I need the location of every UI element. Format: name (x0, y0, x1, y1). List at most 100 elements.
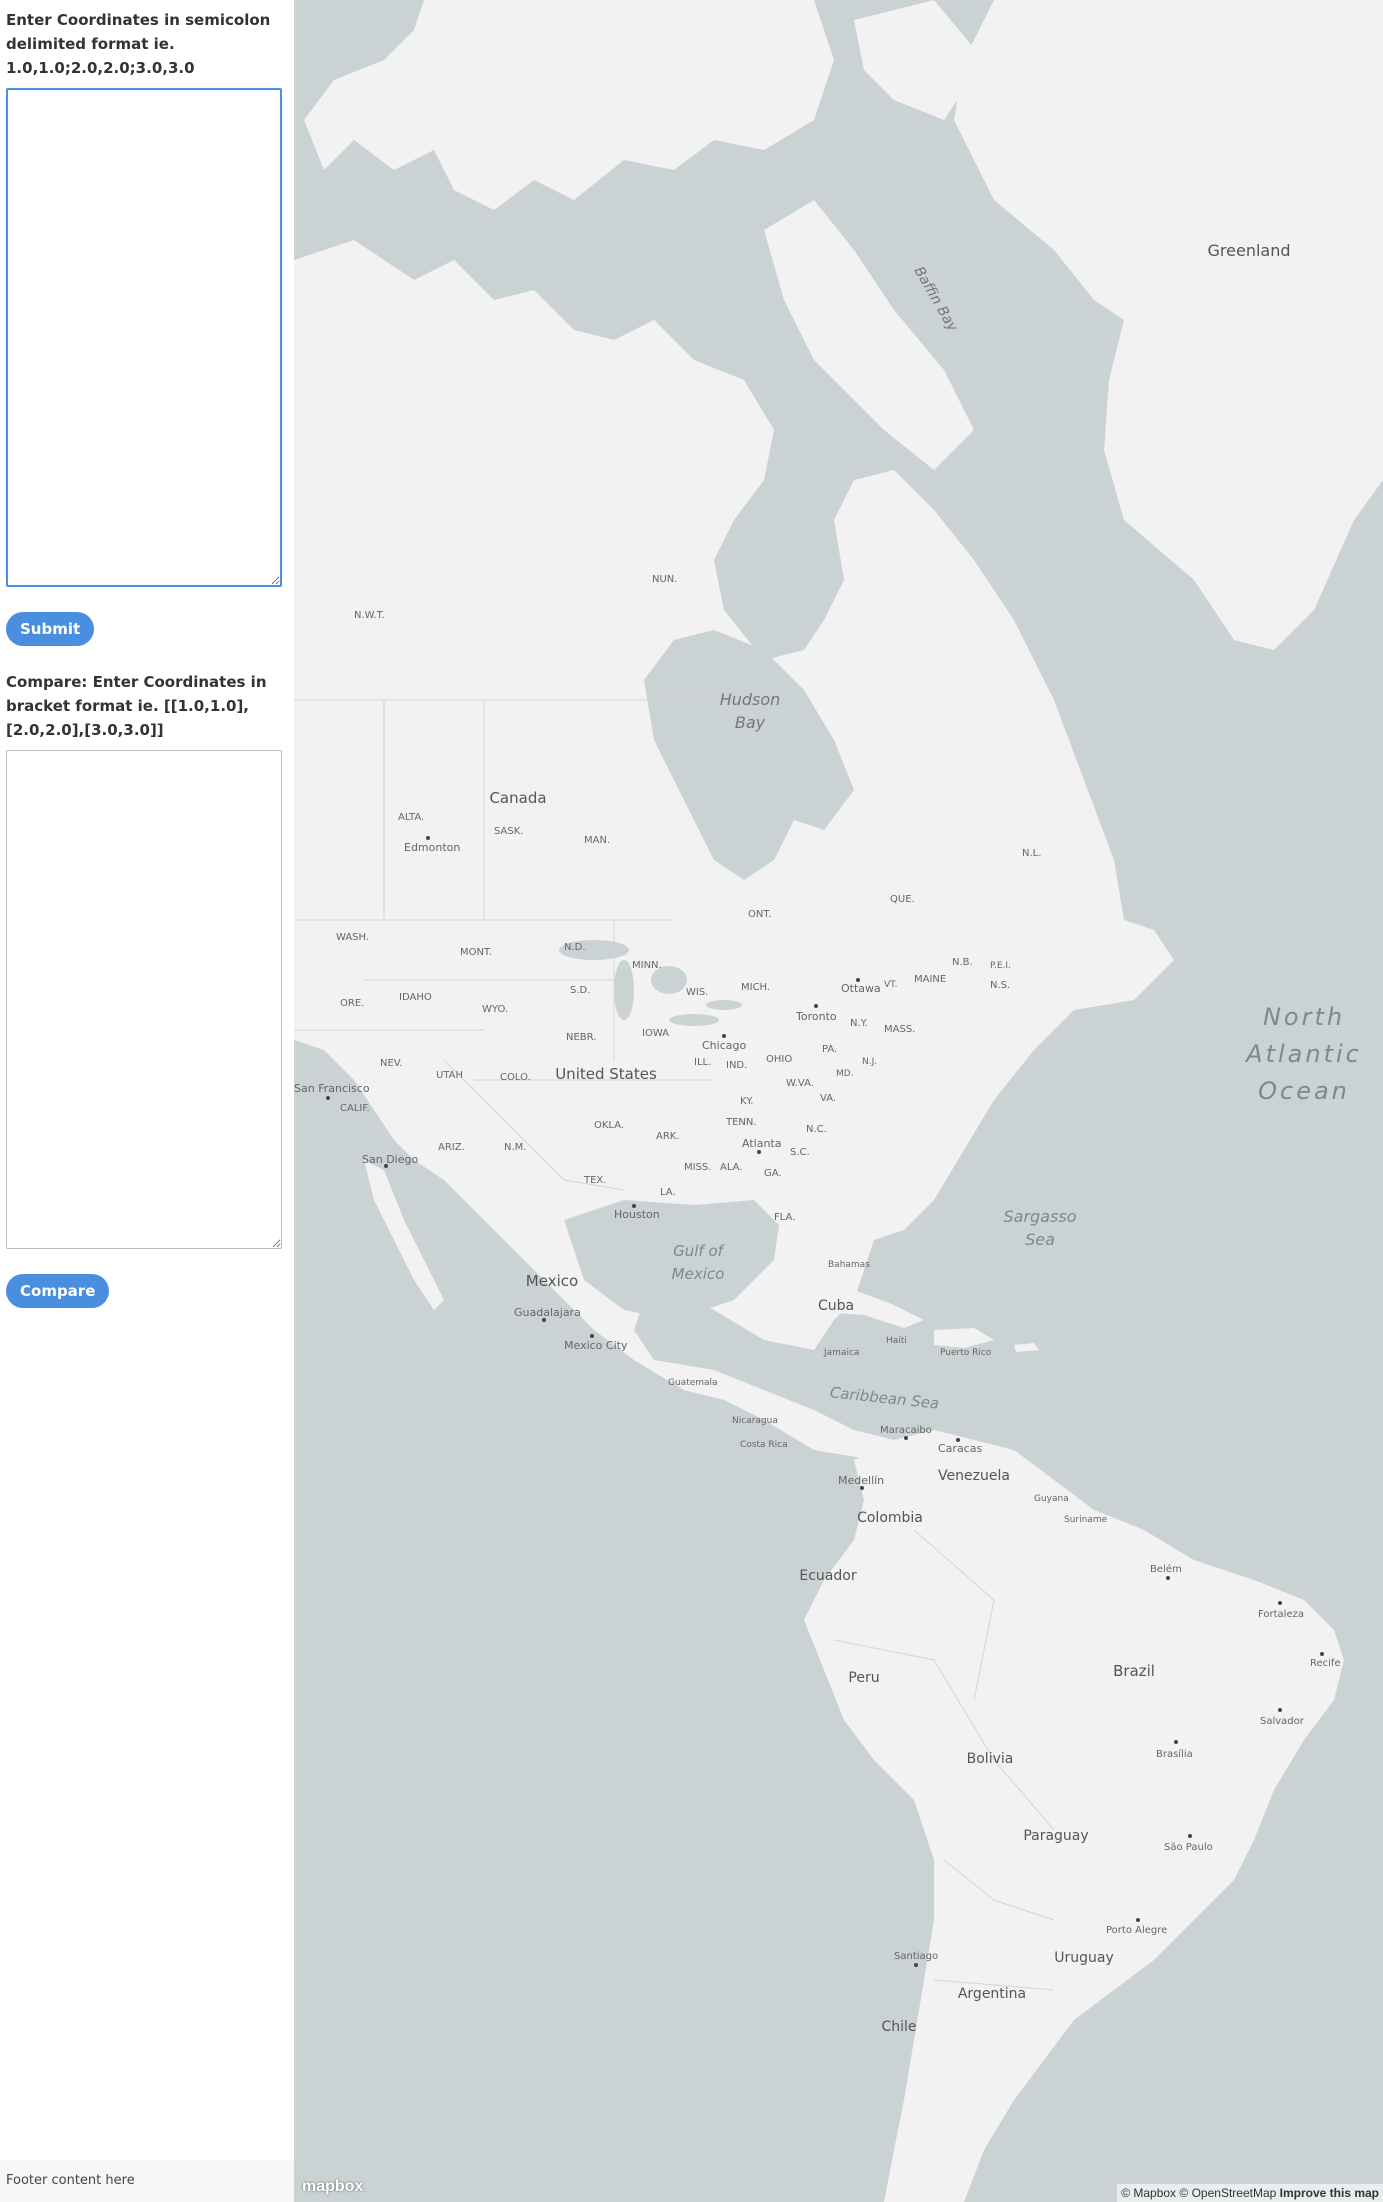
label-north-atlantic-2: Atlantic (1244, 1040, 1362, 1068)
label-okla: OKLA. (594, 1120, 624, 1131)
label-nwt: N.W.T. (354, 610, 385, 621)
label-sargasso-2: Sea (1025, 1230, 1055, 1249)
label-ohio: OHIO (766, 1054, 792, 1065)
label-nd: N.D. (564, 942, 586, 953)
label-tenn: TENN. (725, 1117, 757, 1128)
label-north-atlantic-1: North (1263, 1003, 1345, 1031)
label-edmonton: Edmonton (404, 841, 460, 854)
label-colombia: Colombia (857, 1510, 923, 1526)
label-peru: Peru (848, 1670, 879, 1686)
label-la: LA. (660, 1187, 676, 1198)
label-tex: TEX. (583, 1175, 606, 1186)
label-hudson-bay-2: Bay (735, 713, 766, 732)
label-mexico: Mexico (526, 1272, 578, 1290)
greenland-landmass (954, 0, 1383, 650)
label-united-states: United States (555, 1065, 657, 1083)
label-wis: WIS. (686, 987, 708, 998)
label-mich: MICH. (741, 982, 770, 993)
label-brazil: Brazil (1113, 1662, 1155, 1680)
label-nb: N.B. (952, 957, 973, 968)
label-idaho: IDAHO (399, 992, 432, 1003)
label-wyo: WYO. (482, 1004, 508, 1015)
label-north-atlantic-3: Ocean (1258, 1077, 1350, 1105)
label-guadalajara: Guadalajara (514, 1306, 581, 1319)
label-miss: MISS. (684, 1162, 711, 1173)
label-cuba: Cuba (818, 1298, 854, 1314)
label-md: MD. (836, 1069, 854, 1079)
label-ga: GA. (764, 1168, 782, 1179)
label-calif: CALIF. (340, 1103, 370, 1114)
label-gulf-1: Gulf of (673, 1242, 726, 1260)
label-nc: N.C. (806, 1124, 827, 1135)
hispaniola-island (934, 1328, 994, 1348)
label-mont: MONT. (460, 947, 492, 958)
arctic-islands (304, 0, 834, 210)
label-nl: N.L. (1022, 848, 1041, 859)
label-hudson-bay-1: Hudson (720, 690, 781, 709)
compare-textarea[interactable] (6, 750, 282, 1249)
label-ny: N.Y. (850, 1018, 868, 1029)
label-mass: MASS. (884, 1024, 915, 1035)
label-guatemala: Guatemala (668, 1378, 718, 1388)
label-fortaleza: Fortaleza (1258, 1609, 1304, 1620)
label-nebr: NEBR. (566, 1032, 596, 1043)
baja-california (364, 1160, 444, 1310)
label-san-francisco: San Francisco (294, 1082, 370, 1095)
label-ark: ARK. (656, 1131, 680, 1142)
label-iowa: IOWA (642, 1028, 669, 1039)
label-chile: Chile (881, 2019, 916, 2035)
label-belem: Belém (1150, 1563, 1182, 1575)
map-canvas[interactable]: Greenland Baffin Bay Hudson Bay Canada N… (294, 0, 1383, 2202)
mapbox-logo[interactable]: mapbox (302, 2178, 363, 2196)
label-gulf-2: Mexico (672, 1265, 725, 1283)
label-caracas: Caracas (938, 1442, 982, 1455)
map-svg: Greenland Baffin Bay Hudson Bay Canada N… (294, 0, 1383, 2202)
south-america-landmass (804, 1430, 1344, 2202)
label-ky: KY. (740, 1096, 753, 1107)
label-atlanta: Atlanta (742, 1137, 781, 1150)
label-maracaibo: Maracaibo (880, 1425, 932, 1436)
label-costa-rica: Costa Rica (740, 1440, 788, 1450)
label-baffin-bay: Baffin Bay (911, 264, 961, 335)
label-porto-alegre: Porto Alegre (1106, 1925, 1167, 1936)
label-nun: NUN. (652, 574, 677, 585)
label-salvador: Salvador (1260, 1716, 1305, 1727)
label-ecuador: Ecuador (799, 1568, 856, 1584)
label-sc: S.C. (790, 1147, 810, 1158)
puerto-rico-island (1014, 1343, 1039, 1352)
label-ns: N.S. (990, 980, 1010, 991)
label-va: VA. (820, 1093, 836, 1104)
label-sask: SASK. (494, 826, 523, 837)
label-nicaragua: Nicaragua (732, 1416, 778, 1426)
label-guyana: Guyana (1034, 1494, 1069, 1504)
label-ore: ORE. (340, 998, 364, 1009)
label-ont: ONT. (748, 909, 771, 920)
label-ottawa: Ottawa (841, 982, 881, 995)
attribution-osm[interactable]: © OpenStreetMap (1179, 2186, 1276, 2200)
label-wva: W.VA. (786, 1078, 814, 1089)
label-ariz: ARIZ. (438, 1142, 465, 1153)
label-jamaica: Jamaica (823, 1348, 859, 1358)
label-ill: ILL. (694, 1057, 711, 1068)
coordinates-label: Enter Coordinates in semicolon delimited… (6, 11, 271, 77)
label-puerto-rico: Puerto Rico (940, 1348, 992, 1358)
label-pa: PA. (822, 1044, 837, 1055)
sidebar: Enter Coordinates in semicolon delimited… (0, 0, 294, 2202)
map-attribution: © Mapbox © OpenStreetMap Improve this ma… (1117, 2184, 1383, 2202)
label-colo: COLO. (500, 1072, 531, 1083)
submit-button[interactable]: Submit (6, 612, 95, 646)
baffin-island (764, 200, 974, 470)
attribution-mapbox[interactable]: © Mapbox (1121, 2186, 1176, 2200)
label-paraguay: Paraguay (1023, 1828, 1088, 1844)
label-wash: WASH. (336, 932, 369, 943)
coordinates-textarea[interactable] (6, 88, 282, 587)
label-bahamas: Bahamas (828, 1260, 870, 1270)
attribution-improve[interactable]: Improve this map (1280, 2186, 1379, 2200)
label-man: MAN. (584, 835, 610, 846)
compare-button[interactable]: Compare (6, 1274, 110, 1308)
label-maine: MAINE (914, 974, 946, 985)
label-caribbean: Caribbean Sea (829, 1383, 940, 1412)
label-bolivia: Bolivia (967, 1751, 1014, 1767)
label-nm: N.M. (504, 1142, 526, 1153)
label-uruguay: Uruguay (1054, 1950, 1114, 1966)
